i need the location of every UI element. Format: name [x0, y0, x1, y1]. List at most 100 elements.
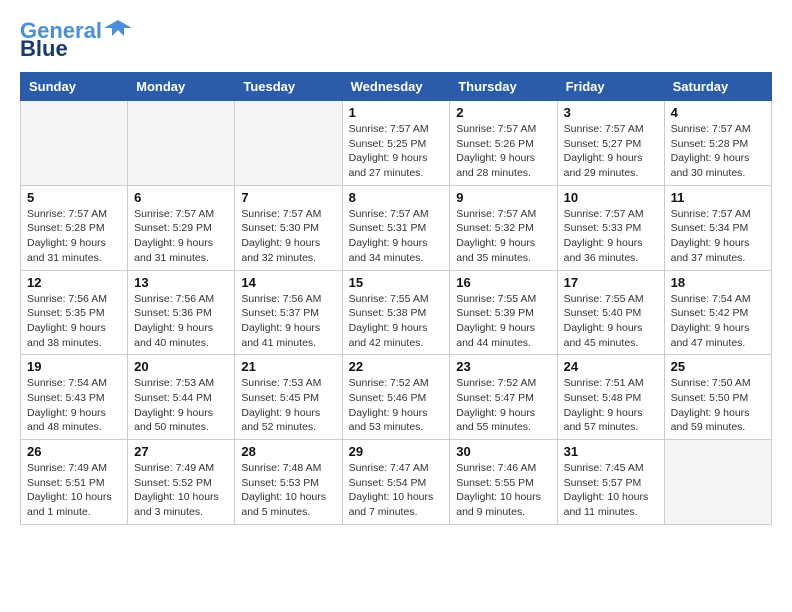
- weekday-header-friday: Friday: [557, 73, 664, 101]
- day-number: 1: [349, 105, 444, 120]
- weekday-header-thursday: Thursday: [450, 73, 557, 101]
- day-info: Sunrise: 7:57 AM Sunset: 5:33 PM Dayligh…: [564, 207, 658, 266]
- day-number: 29: [349, 444, 444, 459]
- day-cell: 6 Sunrise: 7:57 AM Sunset: 5:29 PM Daylig…: [128, 185, 235, 270]
- day-info: Sunrise: 7:57 AM Sunset: 5:28 PM Dayligh…: [671, 122, 765, 181]
- day-number: 13: [134, 275, 228, 290]
- day-info: Sunrise: 7:55 AM Sunset: 5:40 PM Dayligh…: [564, 292, 658, 351]
- day-cell: [21, 101, 128, 186]
- day-number: 19: [27, 359, 121, 374]
- day-number: 3: [564, 105, 658, 120]
- day-info: Sunrise: 7:57 AM Sunset: 5:30 PM Dayligh…: [241, 207, 335, 266]
- day-info: Sunrise: 7:57 AM Sunset: 5:32 PM Dayligh…: [456, 207, 550, 266]
- day-cell: 27 Sunrise: 7:49 AM Sunset: 5:52 PM Dayli…: [128, 440, 235, 525]
- day-number: 24: [564, 359, 658, 374]
- day-info: Sunrise: 7:52 AM Sunset: 5:47 PM Dayligh…: [456, 376, 550, 435]
- day-info: Sunrise: 7:48 AM Sunset: 5:53 PM Dayligh…: [241, 461, 335, 520]
- day-cell: 11 Sunrise: 7:57 AM Sunset: 5:34 PM Dayli…: [664, 185, 771, 270]
- day-info: Sunrise: 7:56 AM Sunset: 5:35 PM Dayligh…: [27, 292, 121, 351]
- day-cell: 17 Sunrise: 7:55 AM Sunset: 5:40 PM Dayli…: [557, 270, 664, 355]
- day-cell: 31Sunrise: 7:45 AM Sunset: 5:57 PM Dayli…: [557, 440, 664, 525]
- day-number: 4: [671, 105, 765, 120]
- day-cell: 25 Sunrise: 7:50 AM Sunset: 5:50 PM Dayli…: [664, 355, 771, 440]
- day-info: Sunrise: 7:53 AM Sunset: 5:44 PM Dayligh…: [134, 376, 228, 435]
- page-header: General Blue: [20, 20, 772, 62]
- day-cell: [235, 101, 342, 186]
- day-cell: 26 Sunrise: 7:49 AM Sunset: 5:51 PM Dayli…: [21, 440, 128, 525]
- day-number: 11: [671, 190, 765, 205]
- day-cell: 20Sunrise: 7:53 AM Sunset: 5:44 PM Dayli…: [128, 355, 235, 440]
- day-info: Sunrise: 7:55 AM Sunset: 5:38 PM Dayligh…: [349, 292, 444, 351]
- day-number: 18: [671, 275, 765, 290]
- day-info: Sunrise: 7:49 AM Sunset: 5:52 PM Dayligh…: [134, 461, 228, 520]
- day-cell: 23 Sunrise: 7:52 AM Sunset: 5:47 PM Dayli…: [450, 355, 557, 440]
- day-number: 8: [349, 190, 444, 205]
- day-number: 10: [564, 190, 658, 205]
- day-cell: 7 Sunrise: 7:57 AM Sunset: 5:30 PM Daylig…: [235, 185, 342, 270]
- day-cell: 3 Sunrise: 7:57 AM Sunset: 5:27 PM Daylig…: [557, 101, 664, 186]
- day-number: 31: [564, 444, 658, 459]
- day-cell: 5Sunrise: 7:57 AM Sunset: 5:28 PM Daylig…: [21, 185, 128, 270]
- day-number: 17: [564, 275, 658, 290]
- day-info: Sunrise: 7:50 AM Sunset: 5:50 PM Dayligh…: [671, 376, 765, 435]
- day-cell: 19 Sunrise: 7:54 AM Sunset: 5:43 PM Dayli…: [21, 355, 128, 440]
- day-info: Sunrise: 7:54 AM Sunset: 5:43 PM Dayligh…: [27, 376, 121, 435]
- day-number: 26: [27, 444, 121, 459]
- day-info: Sunrise: 7:55 AM Sunset: 5:39 PM Dayligh…: [456, 292, 550, 351]
- day-info: Sunrise: 7:51 AM Sunset: 5:48 PM Dayligh…: [564, 376, 658, 435]
- day-info: Sunrise: 7:56 AM Sunset: 5:37 PM Dayligh…: [241, 292, 335, 351]
- day-info: Sunrise: 7:57 AM Sunset: 5:29 PM Dayligh…: [134, 207, 228, 266]
- day-cell: 12 Sunrise: 7:56 AM Sunset: 5:35 PM Dayli…: [21, 270, 128, 355]
- weekday-header-wednesday: Wednesday: [342, 73, 450, 101]
- calendar-table: SundayMondayTuesdayWednesdayThursdayFrid…: [20, 72, 772, 525]
- week-row-3: 12 Sunrise: 7:56 AM Sunset: 5:35 PM Dayli…: [21, 270, 772, 355]
- day-cell: 14 Sunrise: 7:56 AM Sunset: 5:37 PM Dayli…: [235, 270, 342, 355]
- day-info: Sunrise: 7:57 AM Sunset: 5:25 PM Dayligh…: [349, 122, 444, 181]
- day-number: 25: [671, 359, 765, 374]
- logo-bird-icon: [104, 18, 132, 40]
- day-number: 22: [349, 359, 444, 374]
- day-number: 7: [241, 190, 335, 205]
- day-cell: 18Sunrise: 7:54 AM Sunset: 5:42 PM Dayli…: [664, 270, 771, 355]
- day-cell: 8 Sunrise: 7:57 AM Sunset: 5:31 PM Daylig…: [342, 185, 450, 270]
- day-info: Sunrise: 7:56 AM Sunset: 5:36 PM Dayligh…: [134, 292, 228, 351]
- day-number: 9: [456, 190, 550, 205]
- day-cell: 13 Sunrise: 7:56 AM Sunset: 5:36 PM Dayli…: [128, 270, 235, 355]
- day-cell: 30Sunrise: 7:46 AM Sunset: 5:55 PM Dayli…: [450, 440, 557, 525]
- day-number: 30: [456, 444, 550, 459]
- weekday-header-tuesday: Tuesday: [235, 73, 342, 101]
- logo: General Blue: [20, 20, 132, 62]
- day-number: 15: [349, 275, 444, 290]
- day-info: Sunrise: 7:49 AM Sunset: 5:51 PM Dayligh…: [27, 461, 121, 520]
- day-cell: [128, 101, 235, 186]
- day-number: 27: [134, 444, 228, 459]
- day-number: 6: [134, 190, 228, 205]
- day-cell: 28 Sunrise: 7:48 AM Sunset: 5:53 PM Dayli…: [235, 440, 342, 525]
- day-cell: 21Sunrise: 7:53 AM Sunset: 5:45 PM Dayli…: [235, 355, 342, 440]
- day-info: Sunrise: 7:57 AM Sunset: 5:27 PM Dayligh…: [564, 122, 658, 181]
- day-cell: 22Sunrise: 7:52 AM Sunset: 5:46 PM Dayli…: [342, 355, 450, 440]
- day-cell: 1 Sunrise: 7:57 AM Sunset: 5:25 PM Daylig…: [342, 101, 450, 186]
- day-number: 12: [27, 275, 121, 290]
- weekday-header-saturday: Saturday: [664, 73, 771, 101]
- day-info: Sunrise: 7:57 AM Sunset: 5:26 PM Dayligh…: [456, 122, 550, 181]
- day-cell: [664, 440, 771, 525]
- day-cell: 29Sunrise: 7:47 AM Sunset: 5:54 PM Dayli…: [342, 440, 450, 525]
- week-row-1: 1 Sunrise: 7:57 AM Sunset: 5:25 PM Daylig…: [21, 101, 772, 186]
- week-row-2: 5Sunrise: 7:57 AM Sunset: 5:28 PM Daylig…: [21, 185, 772, 270]
- day-number: 2: [456, 105, 550, 120]
- day-cell: 2 Sunrise: 7:57 AM Sunset: 5:26 PM Daylig…: [450, 101, 557, 186]
- day-number: 28: [241, 444, 335, 459]
- day-number: 14: [241, 275, 335, 290]
- day-cell: 10 Sunrise: 7:57 AM Sunset: 5:33 PM Dayli…: [557, 185, 664, 270]
- weekday-header-sunday: Sunday: [21, 73, 128, 101]
- day-cell: 16Sunrise: 7:55 AM Sunset: 5:39 PM Dayli…: [450, 270, 557, 355]
- weekday-header-row: SundayMondayTuesdayWednesdayThursdayFrid…: [21, 73, 772, 101]
- day-info: Sunrise: 7:57 AM Sunset: 5:31 PM Dayligh…: [349, 207, 444, 266]
- weekday-header-monday: Monday: [128, 73, 235, 101]
- day-info: Sunrise: 7:57 AM Sunset: 5:34 PM Dayligh…: [671, 207, 765, 266]
- day-info: Sunrise: 7:57 AM Sunset: 5:28 PM Dayligh…: [27, 207, 121, 266]
- week-row-5: 26 Sunrise: 7:49 AM Sunset: 5:51 PM Dayli…: [21, 440, 772, 525]
- day-number: 23: [456, 359, 550, 374]
- day-number: 21: [241, 359, 335, 374]
